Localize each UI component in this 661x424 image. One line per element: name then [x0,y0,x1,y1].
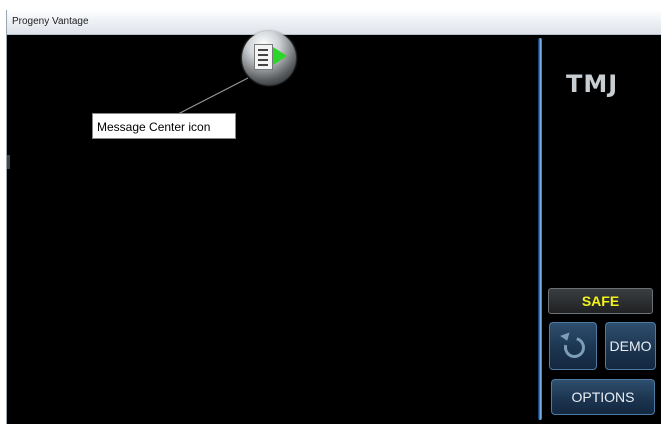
play-icon [273,47,287,65]
station-label: TMJ [566,70,619,98]
safe-button[interactable]: SAFE [548,288,653,314]
demo-button[interactable]: DEMO [605,322,656,370]
undo-button[interactable] [549,322,597,370]
message-center-icon [254,44,273,70]
options-button[interactable]: OPTIONS [551,379,655,415]
callout-text: Message Center icon [97,120,211,134]
message-center-button[interactable] [242,31,296,85]
callout-label: Message Center icon [92,113,236,139]
